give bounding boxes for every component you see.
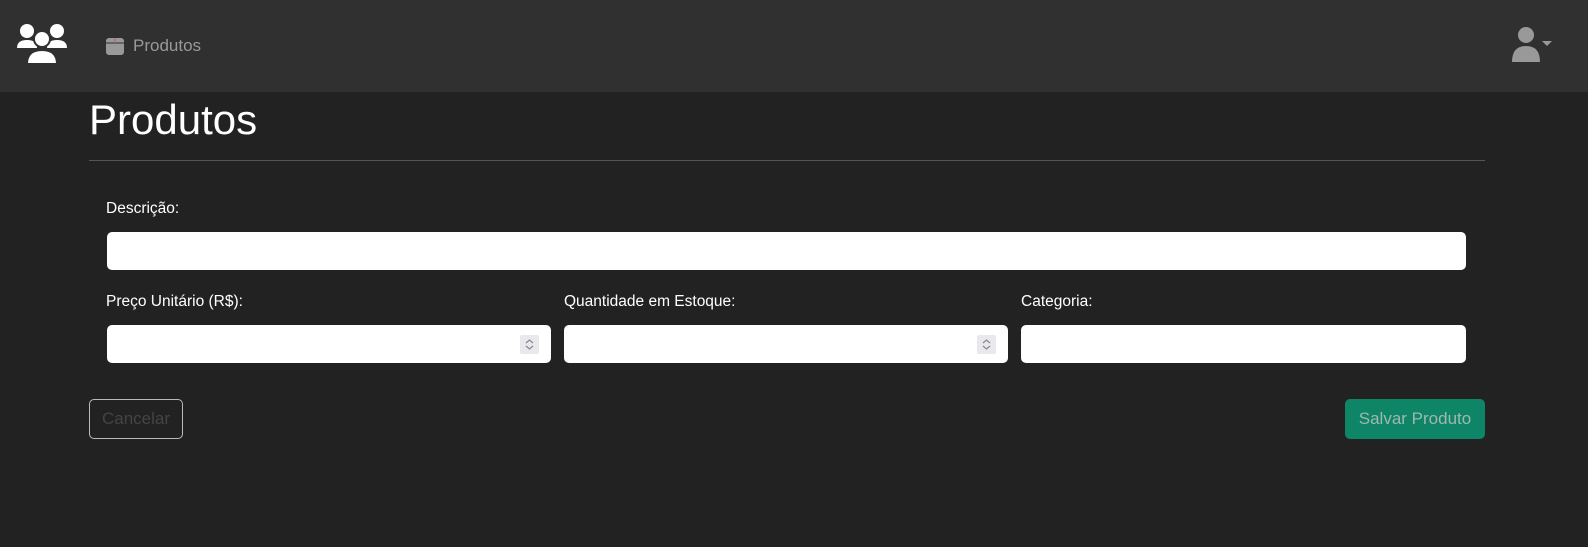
nav-link-produtos[interactable]: Produtos [105, 36, 201, 56]
quantidade-input[interactable] [564, 325, 1008, 363]
cancel-button[interactable]: Cancelar [89, 399, 183, 439]
spinner-icon[interactable] [520, 335, 539, 354]
box-icon [106, 38, 124, 55]
divider [89, 160, 1485, 161]
page-title: Produtos [89, 96, 258, 143]
categoria-input[interactable] [1021, 325, 1466, 363]
quantidade-label: Quantidade em Estoque: [564, 293, 736, 310]
navbar: Produtos [0, 0, 1588, 92]
preco-label: Preço Unitário (R$): [106, 293, 243, 310]
users-icon[interactable] [16, 22, 68, 66]
caret-down-icon [1542, 41, 1552, 46]
categoria-label: Categoria: [1021, 293, 1093, 310]
descricao-label: Descrição: [106, 200, 180, 217]
save-button[interactable]: Salvar Produto [1345, 399, 1485, 439]
spinner-icon[interactable] [977, 335, 996, 354]
nav-link-label: Produtos [133, 36, 202, 55]
user-icon [1512, 27, 1540, 62]
descricao-input[interactable] [107, 232, 1466, 270]
user-menu[interactable] [1510, 26, 1552, 62]
preco-input[interactable] [107, 325, 551, 363]
